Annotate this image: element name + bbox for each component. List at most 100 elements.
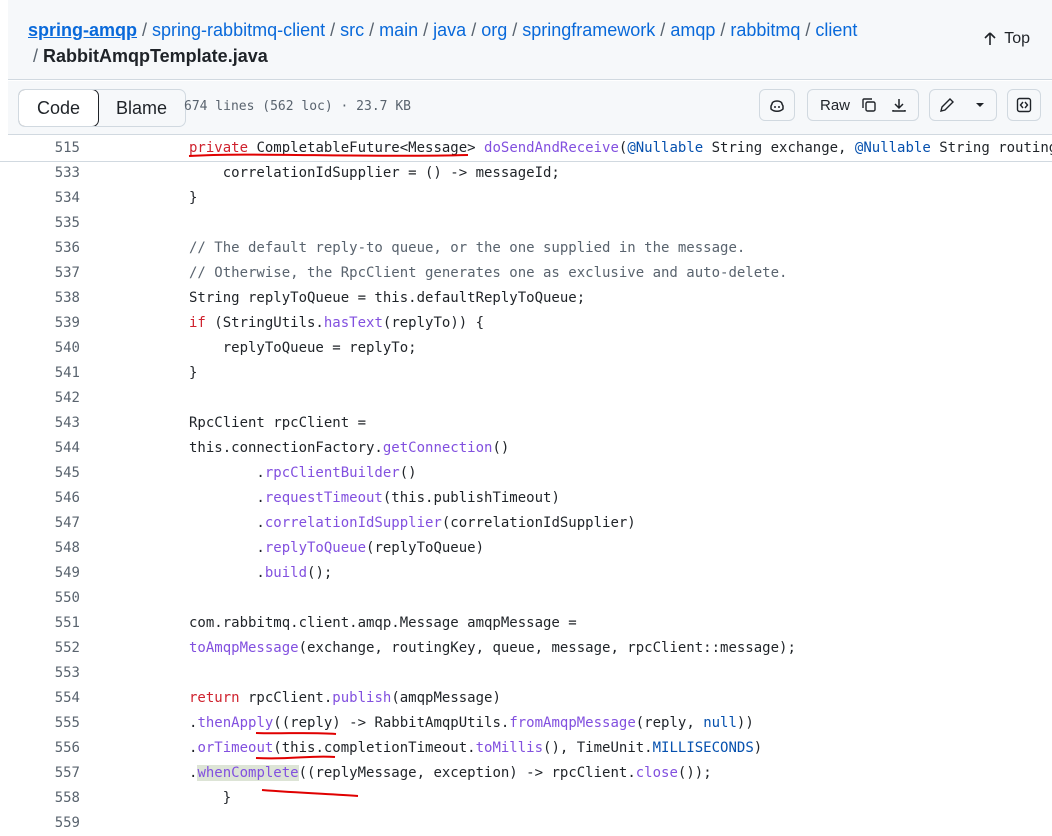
code-line: 558 }	[0, 786, 1052, 811]
line-number[interactable]: 534	[0, 186, 80, 211]
raw-button[interactable]: Raw	[820, 97, 850, 114]
line-number[interactable]: 538	[0, 286, 80, 311]
code-text: .replyToQueue(replyToQueue)	[189, 536, 484, 561]
code-line: 540 replyToQueue = replyTo;	[0, 336, 1052, 361]
breadcrumb-separator: /	[471, 20, 477, 40]
line-number[interactable]: 539	[0, 311, 80, 336]
code-line: 544 this.connectionFactory.getConnection(…	[0, 436, 1052, 461]
line-number[interactable]: 550	[0, 586, 80, 611]
code-text: String replyToQueue = this.defaultReplyT…	[189, 286, 585, 311]
line-number[interactable]: 554	[0, 686, 80, 711]
line-number[interactable]: 536	[0, 236, 80, 261]
breadcrumb-separator: /	[720, 20, 726, 40]
code-token: ((replyMessage, exception) -> rpcClient.	[298, 765, 636, 781]
code-line: 542	[0, 386, 1052, 411]
code-text: replyToQueue = replyTo;	[189, 336, 417, 361]
line-number[interactable]: 540	[0, 336, 80, 361]
symbols-button[interactable]	[1007, 89, 1041, 121]
code-token: toAmqpMessage	[189, 640, 299, 656]
breadcrumb-file-name: RabbitAmqpTemplate.java	[43, 46, 268, 66]
code-line: 545 .rpcClientBuilder()	[0, 461, 1052, 486]
line-number[interactable]: 545	[0, 461, 80, 486]
code-line: 534}	[0, 186, 1052, 211]
top-button[interactable]: Top	[982, 30, 1030, 48]
code-line: 552 toAmqpMessage(exchange, routingKey, q…	[0, 636, 1052, 661]
code-token: RpcClient rpcClient =	[189, 415, 367, 431]
code-token: .	[189, 515, 265, 531]
code-text: .correlationIdSupplier(correlationIdSupp…	[189, 511, 635, 536]
code-text: toAmqpMessage(exchange, routingKey, queu…	[189, 636, 796, 661]
code-token: (replyTo)) {	[382, 315, 485, 331]
line-number[interactable]: 537	[0, 261, 80, 286]
chevron-down-icon[interactable]	[971, 96, 989, 114]
line-number[interactable]: 546	[0, 486, 80, 511]
tab-blame[interactable]: Blame	[98, 90, 185, 126]
copilot-button[interactable]	[759, 89, 795, 121]
line-number[interactable]: 556	[0, 736, 80, 761]
breadcrumb-link[interactable]: amqp	[670, 20, 715, 40]
code-token: null	[703, 715, 737, 731]
line-number[interactable]: 559	[0, 811, 80, 836]
code-text: private CompletableFuture<Message> doSen…	[189, 136, 1052, 161]
code-token: private	[189, 140, 249, 156]
line-number[interactable]: 558	[0, 786, 80, 811]
download-icon[interactable]	[890, 96, 908, 114]
line-number[interactable]: 541	[0, 361, 80, 386]
breadcrumb-link[interactable]: java	[433, 20, 466, 40]
line-number[interactable]: 547	[0, 511, 80, 536]
code-token: (), TimeUnit.	[543, 740, 653, 756]
breadcrumb-repo-link[interactable]: spring-amqp	[28, 20, 137, 40]
file-toolbar: Code Blame 674 lines (562 loc) · 23.7 KB…	[8, 81, 1052, 135]
line-number[interactable]: 555	[0, 711, 80, 736]
line-number[interactable]: 553	[0, 661, 80, 686]
code-text: }	[189, 361, 197, 386]
line-number[interactable]: 552	[0, 636, 80, 661]
line-number[interactable]: 549	[0, 561, 80, 586]
breadcrumb-link[interactable]: org	[481, 20, 507, 40]
code-text: com.rabbitmq.client.amqp.Message amqpMes…	[189, 611, 577, 636]
code-token: CompletableFuture<Message>	[248, 140, 485, 156]
code-token: (reply,	[635, 715, 704, 731]
line-number[interactable]: 551	[0, 611, 80, 636]
code-token: if	[189, 315, 206, 331]
code-token: com.rabbitmq.client.amqp.Message amqpMes…	[189, 615, 577, 631]
code-text: correlationIdSupplier = () -> messageId;	[189, 161, 560, 186]
code-token: whenComplete	[197, 765, 299, 781]
code-token: getConnection	[382, 440, 493, 456]
code-line: 551 com.rabbitmq.client.amqp.Message amqp…	[0, 611, 1052, 636]
breadcrumb-link[interactable]: rabbitmq	[730, 20, 800, 40]
code-token: .	[189, 465, 265, 481]
code-token: ()	[492, 440, 510, 456]
breadcrumb-separator: /	[33, 46, 39, 66]
line-number[interactable]: 533	[0, 161, 80, 186]
breadcrumb-link[interactable]: springframework	[522, 20, 655, 40]
line-number[interactable]: 515	[0, 136, 80, 161]
tab-code[interactable]: Code	[19, 90, 100, 126]
line-number[interactable]: 557	[0, 761, 80, 786]
breadcrumb-link[interactable]: src	[340, 20, 364, 40]
code-token: return	[189, 690, 240, 706]
code-token: thenApply	[197, 715, 274, 731]
line-number[interactable]: 542	[0, 386, 80, 411]
code-token: requestTimeout	[264, 490, 383, 506]
code-token: (this.completionTimeout.	[273, 740, 476, 756]
line-number[interactable]: 548	[0, 536, 80, 561]
breadcrumb-link[interactable]: spring-rabbitmq-client	[152, 20, 325, 40]
code-token: (replyToQueue)	[366, 540, 485, 556]
breadcrumb-link[interactable]: client	[815, 20, 857, 40]
line-number[interactable]: 544	[0, 436, 80, 461]
breadcrumb-separator: /	[660, 20, 666, 40]
line-number[interactable]: 543	[0, 411, 80, 436]
breadcrumb-separator: /	[423, 20, 429, 40]
copy-icon[interactable]	[860, 96, 878, 114]
code-line: 533 correlationIdSupplier = () -> messag…	[0, 161, 1052, 186]
code-token: rpcClient.	[239, 690, 333, 706]
pencil-icon[interactable]	[938, 96, 956, 114]
arrow-up-icon	[984, 32, 996, 45]
code-line: 554 return rpcClient.publish(amqpMessage)	[0, 686, 1052, 711]
code-token: toMillis	[475, 740, 544, 756]
breadcrumb-link[interactable]: main	[379, 20, 418, 40]
code-token: (exchange, routingKey, queue, message, r…	[298, 640, 796, 656]
code-text: RpcClient rpcClient =	[189, 411, 366, 436]
line-number[interactable]: 535	[0, 211, 80, 236]
